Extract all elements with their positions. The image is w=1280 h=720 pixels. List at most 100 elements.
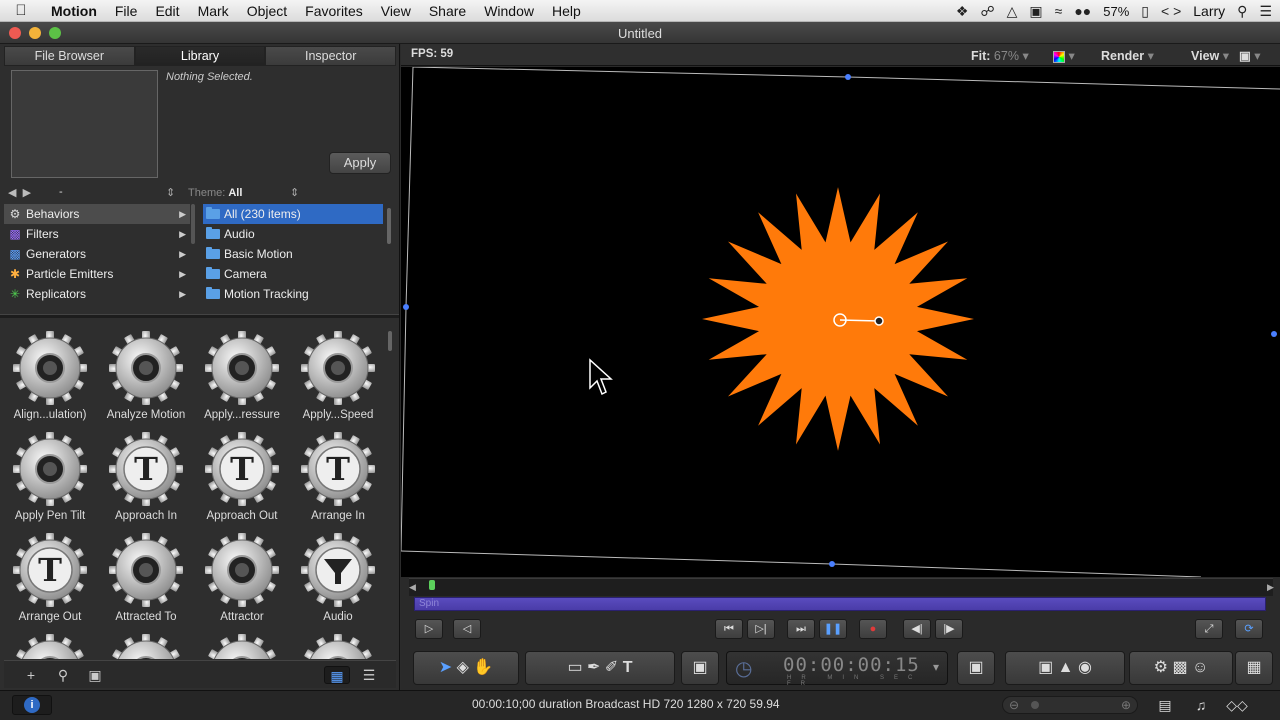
- filters-layer-icon[interactable]: ▩: [1172, 659, 1187, 676]
- generator-icon[interactable]: ☺: [1192, 659, 1208, 676]
- library-item[interactable]: [98, 622, 194, 659]
- back-forward-icon[interactable]: ◀ ▶: [8, 186, 31, 199]
- step-forward-icon[interactable]: |▶: [935, 619, 963, 639]
- library-item[interactable]: [194, 622, 290, 659]
- notification-center-icon[interactable]: ☰: [1259, 3, 1272, 20]
- pan-tool-icon[interactable]: ✋: [473, 659, 493, 676]
- timeline-zoom-slider[interactable]: ⊖ ⊕: [1002, 696, 1138, 714]
- rectangle-tool-icon[interactable]: ▭: [567, 659, 582, 676]
- go-to-start-icon[interactable]: ⏮: [715, 619, 743, 639]
- library-item[interactable]: T Approach In: [98, 420, 194, 522]
- library-item[interactable]: Audio: [290, 521, 386, 623]
- menu-file[interactable]: File: [106, 3, 147, 19]
- fit-zoom-popup[interactable]: Fit: 67% ▾: [971, 48, 1029, 63]
- record-icon[interactable]: ●: [859, 619, 887, 639]
- replicate-icon[interactable]: ◉: [1078, 659, 1092, 676]
- text-tool-icon[interactable]: T: [623, 659, 633, 676]
- mini-timeline[interactable]: ◀ ▶: [409, 578, 1274, 596]
- tab-library[interactable]: Library: [134, 46, 266, 66]
- keyframe-editor-icon[interactable]: ◇◇: [1222, 695, 1252, 715]
- behavior-bar[interactable]: Spin: [414, 597, 1266, 611]
- play-from-start-icon[interactable]: ▷|: [747, 619, 775, 639]
- dropbox-icon[interactable]: ❖: [956, 3, 969, 20]
- path-popup-arrows-icon[interactable]: ⇕: [166, 186, 175, 199]
- info-button[interactable]: i: [12, 695, 52, 715]
- code-icon[interactable]: < >: [1161, 3, 1181, 19]
- icon-view-icon[interactable]: ▦: [324, 666, 350, 684]
- apply-button[interactable]: Apply: [329, 152, 391, 174]
- zoom-out-icon[interactable]: ⊖: [1009, 698, 1019, 712]
- light-icon[interactable]: ▲: [1058, 659, 1074, 676]
- snapshot-icon[interactable]: ▣: [957, 651, 995, 685]
- behaviors-gear-icon[interactable]: ⚙: [1154, 659, 1168, 676]
- airplay-icon[interactable]: ▣: [1029, 3, 1042, 20]
- category-particle-emitters[interactable]: ✱ Particle Emitters ▶: [4, 264, 190, 284]
- menu-help[interactable]: Help: [543, 3, 590, 19]
- playhead-icon[interactable]: [429, 580, 435, 590]
- timecode-display[interactable]: ◷ 00:00:00:15 HR MIN SEC FR ▾: [726, 651, 948, 687]
- category-filters[interactable]: ▩ Filters ▶: [4, 224, 190, 244]
- grid-options-icon[interactable]: ▦: [1235, 651, 1273, 685]
- menu-mark[interactable]: Mark: [189, 3, 238, 19]
- library-item[interactable]: T Arrange Out: [2, 521, 98, 623]
- fullscreen-icon[interactable]: ⤢: [1195, 619, 1223, 639]
- zoom-in-icon[interactable]: ⊕: [1121, 698, 1131, 712]
- battery-icon[interactable]: ▯: [1141, 3, 1149, 20]
- audio-mute-icon[interactable]: ◁: [453, 619, 481, 639]
- mask-tool-icon[interactable]: ▣: [681, 651, 719, 685]
- timeline-out-marker-icon[interactable]: ▶: [1267, 582, 1274, 593]
- adobe-icon[interactable]: △: [1007, 3, 1018, 20]
- wifi-icon[interactable]: ≈: [1055, 3, 1063, 19]
- menu-app-name[interactable]: Motion: [42, 3, 106, 19]
- library-item[interactable]: Apply...Speed: [290, 319, 386, 421]
- library-item[interactable]: [290, 622, 386, 659]
- canvas-stage[interactable]: [401, 67, 1280, 577]
- add-icon[interactable]: +: [18, 666, 44, 684]
- render-popup[interactable]: Render ▾: [1101, 48, 1154, 63]
- view-popup[interactable]: View ▾: [1191, 48, 1229, 63]
- folder-camera[interactable]: Camera: [203, 264, 383, 284]
- folder-all[interactable]: All (230 items): [203, 204, 383, 224]
- list-view-icon[interactable]: ☰: [356, 666, 382, 684]
- loop-playback-icon[interactable]: ⟳: [1235, 619, 1263, 639]
- apple-menu-icon[interactable]: : [0, 2, 42, 19]
- creative-cloud-icon[interactable]: ☍: [980, 3, 994, 20]
- step-back-icon[interactable]: ◀|: [903, 619, 931, 639]
- library-item[interactable]: T Approach Out: [194, 420, 290, 522]
- pause-icon[interactable]: ❚❚: [819, 619, 847, 639]
- library-item[interactable]: Apply Pen Tilt: [2, 420, 98, 522]
- category-behaviors[interactable]: ⚙ Behaviors ▶: [4, 204, 190, 224]
- library-item[interactable]: Analyze Motion: [98, 319, 194, 421]
- camera-icon[interactable]: ▣: [1038, 659, 1053, 676]
- menu-edit[interactable]: Edit: [146, 3, 188, 19]
- menu-object[interactable]: Object: [238, 3, 296, 19]
- paint-stroke-tool-icon[interactable]: ✐: [605, 659, 618, 676]
- menu-view[interactable]: View: [372, 3, 420, 19]
- select-transform-tool-icon[interactable]: ➤: [439, 659, 452, 676]
- zoom-knob[interactable]: [1031, 701, 1039, 709]
- tab-file-browser[interactable]: File Browser: [4, 46, 135, 66]
- grid-scrollbar[interactable]: [388, 331, 392, 351]
- category-replicators[interactable]: ✳ Replicators ▶: [4, 284, 190, 304]
- window-layout-icon[interactable]: ▣ ▾: [1239, 48, 1261, 63]
- library-item[interactable]: Apply...ressure: [194, 319, 290, 421]
- timeline-in-marker-icon[interactable]: ◀: [409, 582, 416, 593]
- binoculars-icon[interactable]: ●●: [1074, 3, 1091, 19]
- theme-popup[interactable]: Theme: All: [188, 187, 242, 199]
- show-hide-layers-icon[interactable]: ▷: [415, 619, 443, 639]
- anchor-point-tool-icon[interactable]: ◈: [457, 659, 469, 676]
- preview-toggle-icon[interactable]: ▣: [82, 666, 108, 684]
- library-item[interactable]: T Arrange In: [290, 420, 386, 522]
- library-item[interactable]: Align...ulation): [2, 319, 98, 421]
- folder-audio[interactable]: Audio: [203, 224, 383, 244]
- bezier-tool-icon[interactable]: ✒: [587, 659, 600, 676]
- tab-inspector[interactable]: Inspector: [265, 46, 397, 66]
- user-name[interactable]: Larry: [1193, 3, 1225, 19]
- library-item[interactable]: Attracted To: [98, 521, 194, 623]
- panel-divider[interactable]: [0, 314, 399, 318]
- library-item[interactable]: Attractor: [194, 521, 290, 623]
- theme-popup-arrows-icon[interactable]: ⇕: [290, 186, 299, 199]
- search-icon[interactable]: ⚲: [50, 666, 76, 684]
- folder-scrollbar[interactable]: [387, 208, 391, 244]
- category-generators[interactable]: ▩ Generators ▶: [4, 244, 190, 264]
